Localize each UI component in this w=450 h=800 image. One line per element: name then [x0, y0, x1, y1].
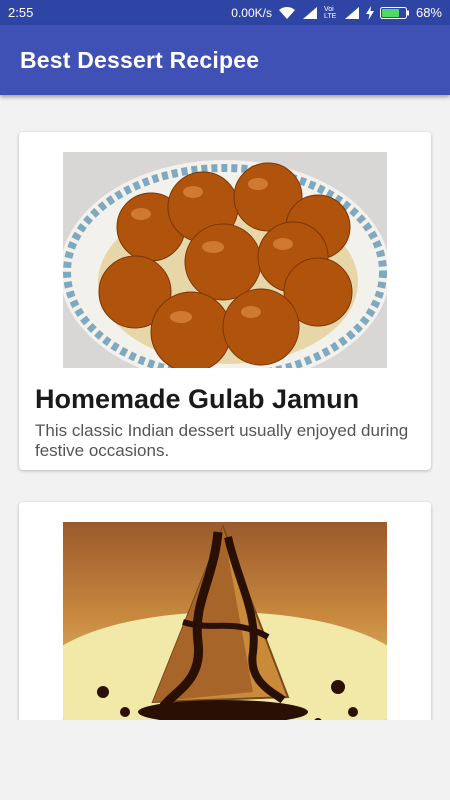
signal-icon-2: [344, 6, 359, 19]
battery-percent: 68%: [415, 5, 442, 20]
recipe-list[interactable]: Homemade Gulab Jamun This classic Indian…: [0, 95, 450, 720]
recipe-title: Homemade Gulab Jamun: [35, 384, 360, 414]
signal-icon: [302, 6, 317, 19]
recipe-description: This classic Indian dessert usually enjo…: [35, 421, 409, 460]
network-speed-text: 0.00K/s: [231, 5, 272, 20]
status-indicators: 0.00K/s Voi LTE 68%: [231, 5, 442, 20]
recipe-card[interactable]: [19, 502, 431, 720]
gulab-jamun-illustration: [63, 152, 387, 368]
wifi-icon: [278, 6, 295, 19]
status-bar: 2:55 0.00K/s Voi LTE 68%: [0, 0, 450, 25]
samosa-illustration: [63, 522, 387, 720]
recipe-image-gulab-jamun: [63, 152, 387, 368]
app-title: Best Dessert Recipee: [20, 46, 260, 73]
bottom-area: [0, 720, 450, 800]
battery-icon: [379, 6, 409, 19]
recipe-image-samosa: [63, 522, 387, 720]
charging-icon: [365, 5, 374, 20]
recipe-card[interactable]: Homemade Gulab Jamun This classic Indian…: [19, 132, 431, 470]
lte-label: Voi LTE: [323, 5, 337, 20]
status-time: 2:55: [8, 5, 34, 20]
app-toolbar: Best Dessert Recipee: [0, 25, 450, 95]
